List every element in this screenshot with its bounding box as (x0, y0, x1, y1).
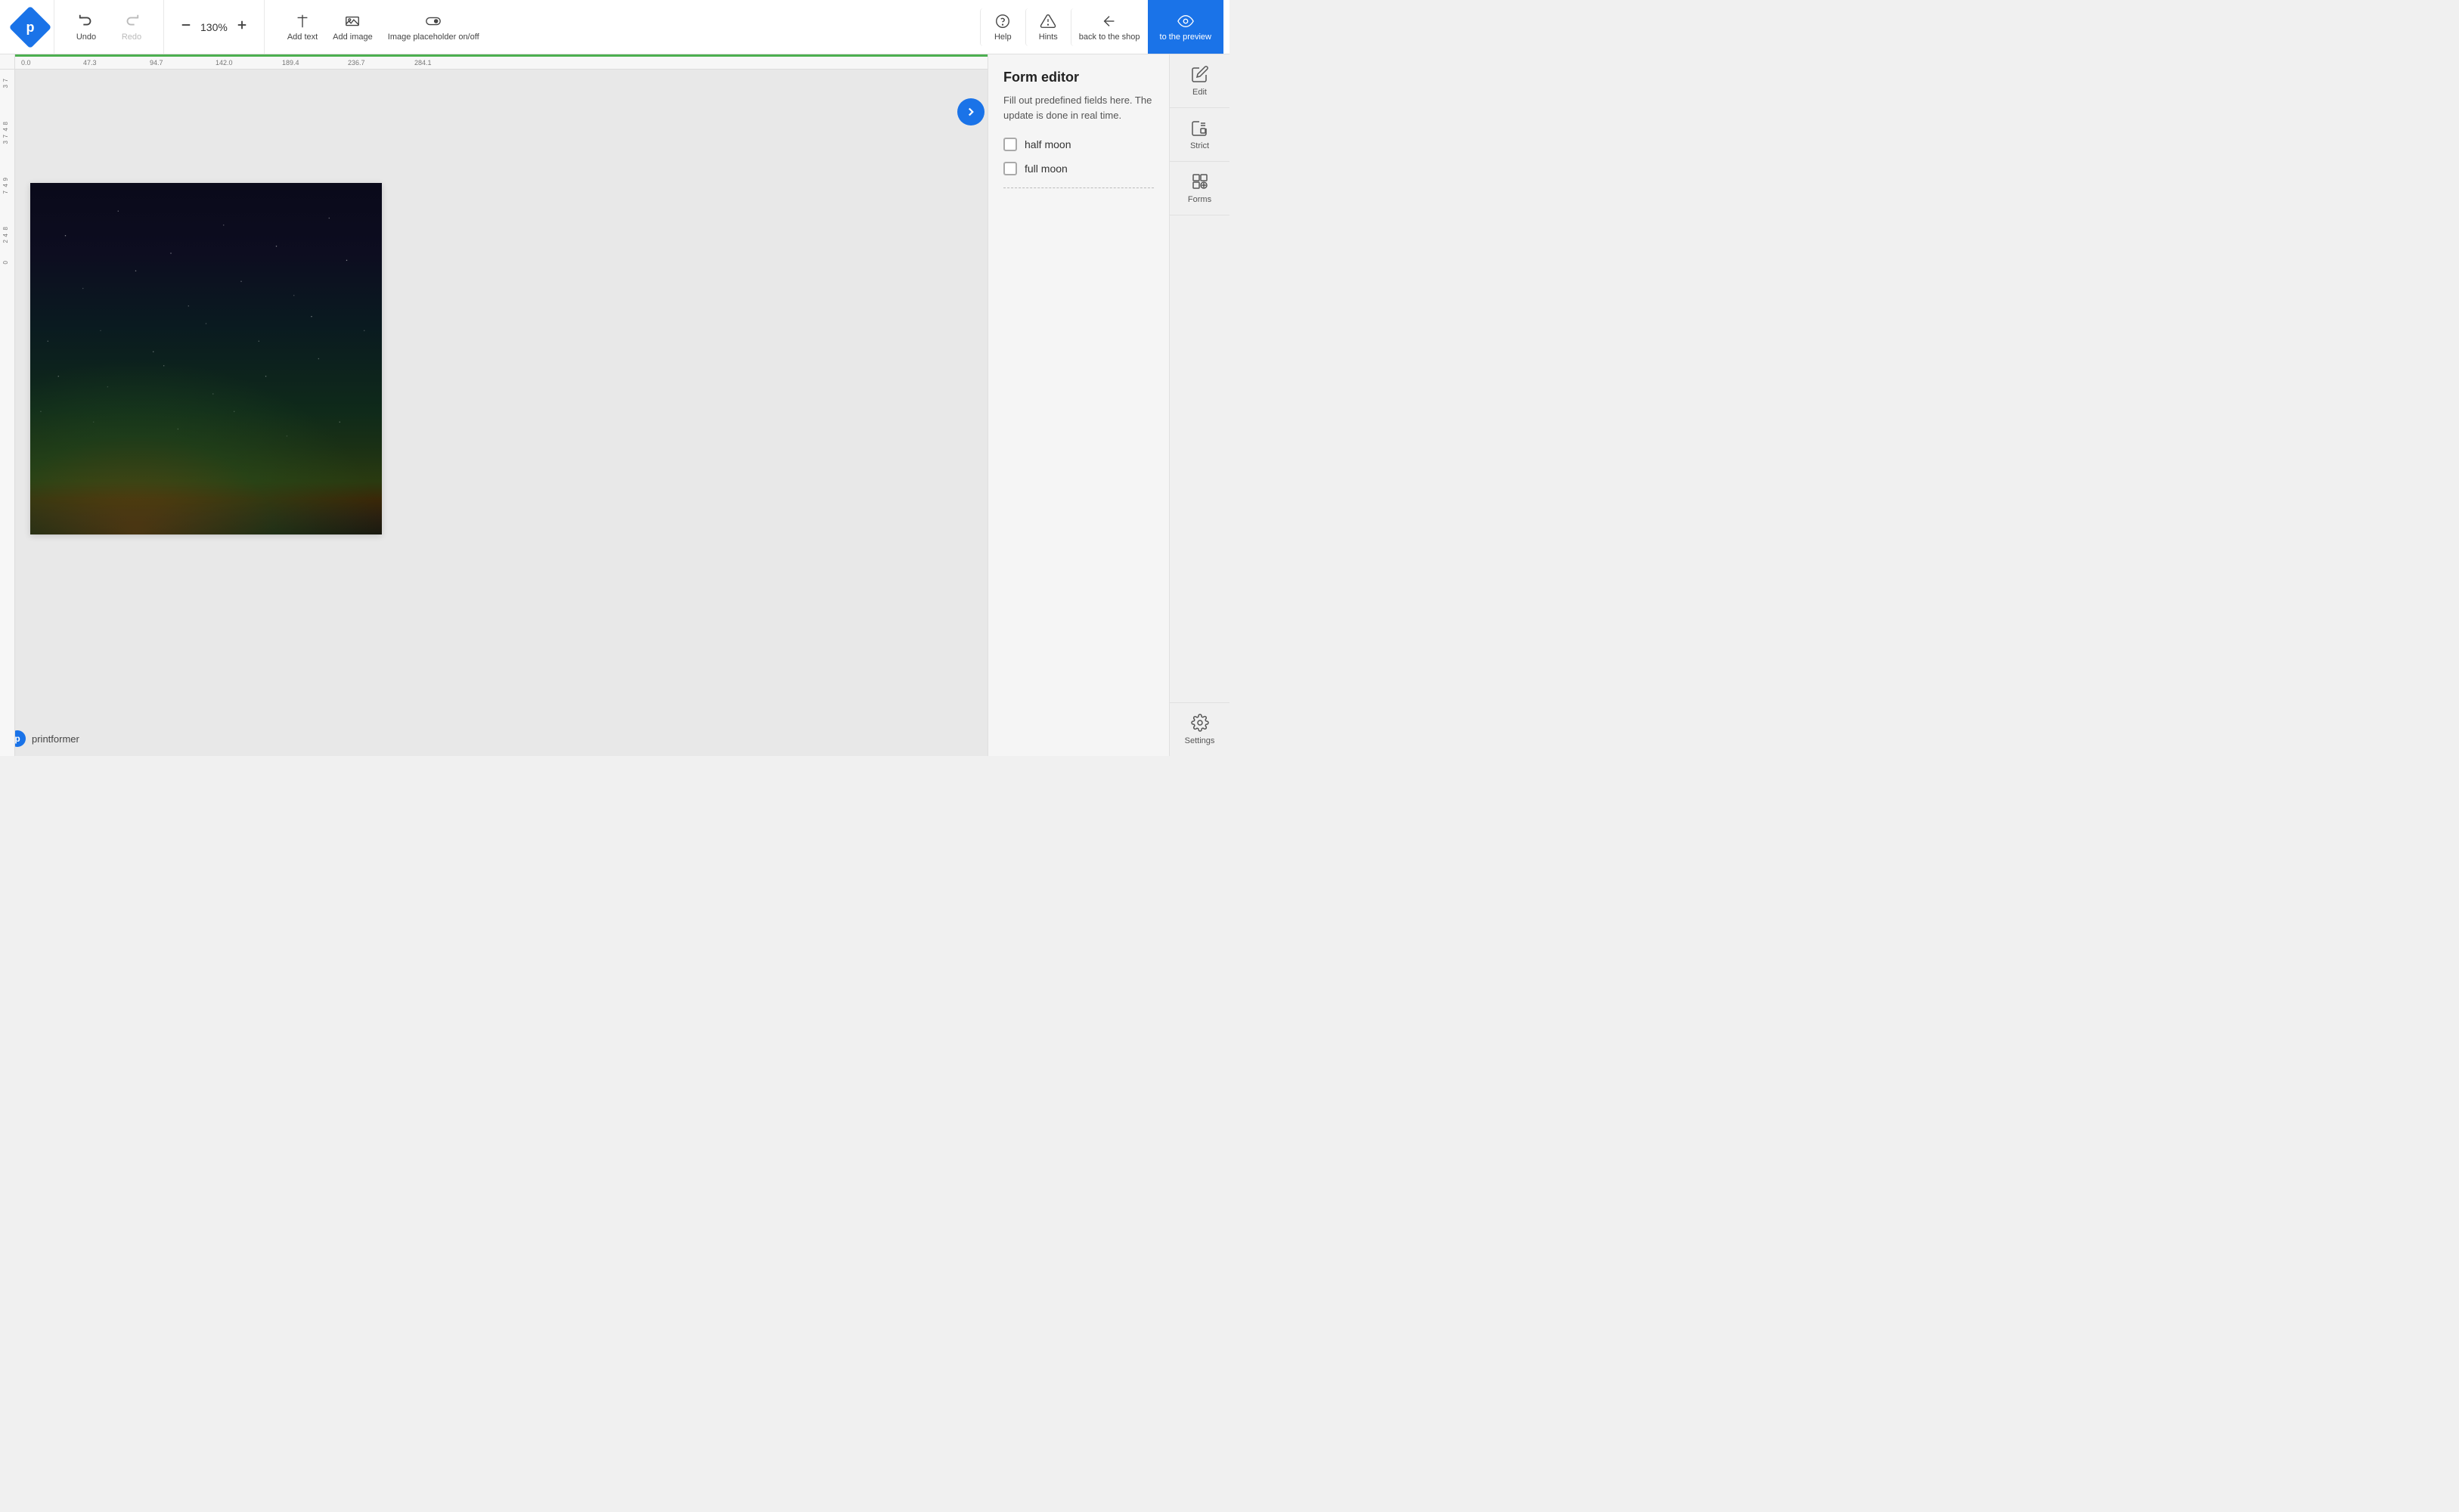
chevron-right-button[interactable] (957, 98, 985, 125)
sidebar-item-settings[interactable]: Settings (1170, 702, 1230, 756)
footer-logo: p printformer (9, 730, 79, 747)
redo-label: Redo (122, 33, 141, 42)
full-moon-label: full moon (1025, 163, 1068, 175)
undo-button[interactable]: Undo (64, 8, 109, 46)
forms-label: Forms (1188, 195, 1211, 204)
form-editor-panel: Form editor Fill out predefined fields h… (988, 54, 1169, 756)
ruler-tick-6: 284.1 (414, 59, 432, 67)
settings-label: Settings (1185, 736, 1215, 745)
logo[interactable]: p (6, 0, 54, 54)
sidebar-item-edit[interactable]: Edit (1170, 54, 1230, 108)
ruler-tick-2: 94.7 (150, 59, 163, 67)
form-editor-title: Form editor (1003, 70, 1154, 85)
form-divider (1003, 187, 1154, 188)
half-moon-checkbox[interactable] (1003, 138, 1017, 151)
zoom-minus-button[interactable] (176, 15, 196, 39)
half-moon-label: half moon (1025, 138, 1071, 150)
undo-icon (78, 13, 95, 29)
settings-icon (1191, 714, 1209, 732)
ruler-green-line (15, 54, 988, 57)
to-preview-label: to the preview (1160, 33, 1211, 42)
back-to-shop-label: back to the shop (1079, 33, 1140, 42)
canvas-image (30, 183, 382, 534)
ruler-tick-4: 189.4 (282, 59, 299, 67)
zoom-plus-icon (235, 18, 249, 32)
zoom-minus-icon (179, 18, 193, 32)
zoom-value: 130% (200, 21, 228, 33)
sidebar-item-strict[interactable]: Strict (1170, 108, 1230, 162)
stars-layer (30, 183, 382, 534)
zoom-group: 130% (164, 0, 265, 54)
strict-icon (1191, 119, 1209, 137)
redo-button[interactable]: Redo (109, 8, 154, 46)
toolbar: p Undo Redo 130% (0, 0, 1230, 54)
help-label: Help (994, 33, 1012, 42)
zoom-plus-button[interactable] (232, 15, 252, 39)
half-moon-field-row: half moon (1003, 138, 1154, 151)
ruler-tick-5: 236.7 (348, 59, 365, 67)
hints-icon (1040, 13, 1056, 29)
add-image-button[interactable]: Add image (325, 8, 380, 46)
image-placeholder-button[interactable]: Image placeholder on/off (380, 8, 487, 46)
add-text-button[interactable]: Add text (280, 8, 325, 46)
sidebar-item-forms[interactable]: Forms (1170, 162, 1230, 215)
ruler-top: 0.0 47.3 94.7 142.0 189.4 236.7 284.1 (15, 54, 988, 70)
image-placeholder-label: Image placeholder on/off (388, 33, 479, 42)
sidebar-icons: Edit Strict (1169, 54, 1230, 756)
form-editor-description: Fill out predefined fields here. The upd… (1003, 93, 1154, 122)
main-layout: 0.0 47.3 94.7 142.0 189.4 236.7 284.1 7 … (0, 54, 1230, 756)
add-image-label: Add image (333, 33, 373, 42)
back-to-shop-icon (1101, 13, 1118, 29)
undo-label: Undo (76, 33, 96, 42)
logo-diamond: p (8, 5, 51, 48)
right-panel: Form editor Fill out predefined fields h… (988, 54, 1230, 756)
to-preview-button[interactable]: to the preview (1148, 0, 1223, 54)
add-image-icon (344, 13, 361, 29)
full-moon-checkbox[interactable] (1003, 162, 1017, 175)
ruler-tick-0: 0.0 (21, 59, 31, 67)
undo-group: Undo Redo (54, 0, 164, 54)
strict-label: Strict (1190, 141, 1209, 150)
hints-label: Hints (1039, 33, 1058, 42)
forms-icon (1191, 172, 1209, 191)
back-to-shop-button[interactable]: back to the shop (1071, 8, 1148, 46)
help-button[interactable]: Help (980, 8, 1025, 46)
ruler-corner (0, 54, 15, 70)
help-icon (994, 13, 1011, 29)
ruler-tick-1: 47.3 (83, 59, 97, 67)
brand-name: printformer (32, 733, 79, 745)
full-moon-field-row: full moon (1003, 162, 1154, 175)
add-text-label: Add text (287, 33, 318, 42)
canvas-content (15, 70, 988, 756)
image-placeholder-icon (425, 13, 442, 29)
edit-icon (1191, 65, 1209, 83)
ruler-tick-3: 142.0 (216, 59, 233, 67)
redo-icon (123, 13, 140, 29)
chevron-right-icon (964, 105, 978, 119)
ruler-left: 7 3 8 4 7 3 9 4 7 8 4 2 0 (0, 54, 15, 756)
center-tools: Add text Add image Image placeholder on/… (280, 0, 487, 54)
canvas-paper (30, 183, 382, 534)
canvas-area: 0.0 47.3 94.7 142.0 189.4 236.7 284.1 7 … (0, 54, 988, 756)
logo-icon: p (26, 19, 34, 35)
footer-logo-letter: p (14, 733, 20, 744)
hints-button[interactable]: Hints (1025, 8, 1071, 46)
preview-icon (1177, 13, 1194, 29)
add-text-icon (294, 13, 311, 29)
toolbar-right: Help Hints back to the shop to the previ… (980, 0, 1223, 54)
edit-label: Edit (1192, 88, 1207, 97)
